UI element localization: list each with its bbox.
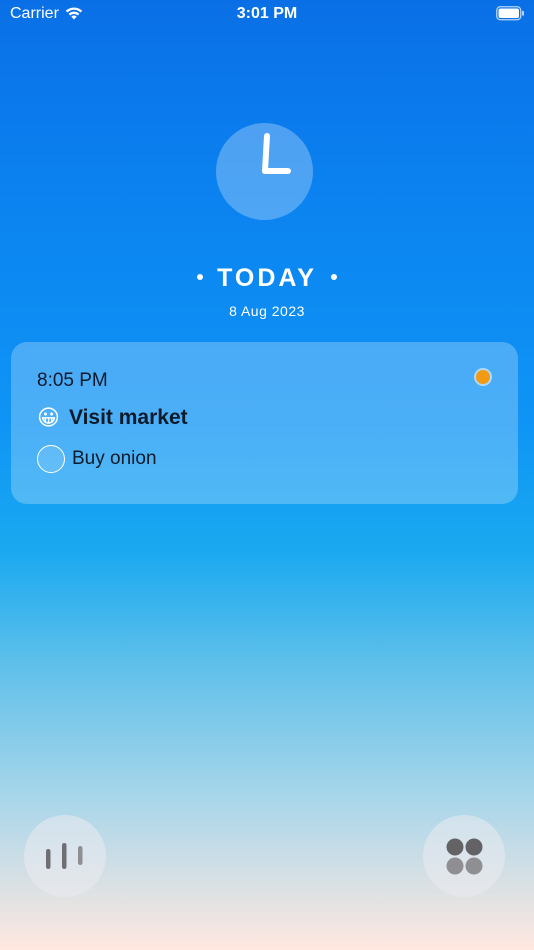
status-bar: Carrier 3:01 PM [0, 0, 534, 30]
task-status-dot [476, 370, 490, 384]
task-time: 8:05 PM [37, 370, 108, 391]
task-title-row: 😀 Visit market [37, 406, 188, 430]
subtask-item[interactable]: Buy onion [37, 445, 157, 473]
subtask-label: Buy onion [72, 448, 157, 469]
grinning-face-icon: 😀 [37, 405, 60, 430]
battery-full-icon [496, 6, 525, 26]
title-text: TODAY [217, 264, 317, 292]
apps-button[interactable] [423, 815, 505, 897]
date-label: 8 Aug 2023 [229, 303, 305, 319]
title-dot-left [197, 274, 204, 281]
clock-icon [216, 123, 313, 220]
title-dot-right [330, 274, 337, 281]
apps-grid-icon [446, 838, 483, 875]
subtask-checkbox[interactable] [37, 445, 65, 473]
stats-bars-icon [46, 843, 83, 869]
task-card[interactable]: 8:05 PM 😀 Visit market Buy onion [11, 342, 518, 504]
task-title: Visit market [68, 406, 188, 429]
stats-button[interactable] [24, 815, 106, 897]
status-time: 3:01 PM [236, 5, 298, 22]
page-title: TODAY [0, 264, 534, 293]
